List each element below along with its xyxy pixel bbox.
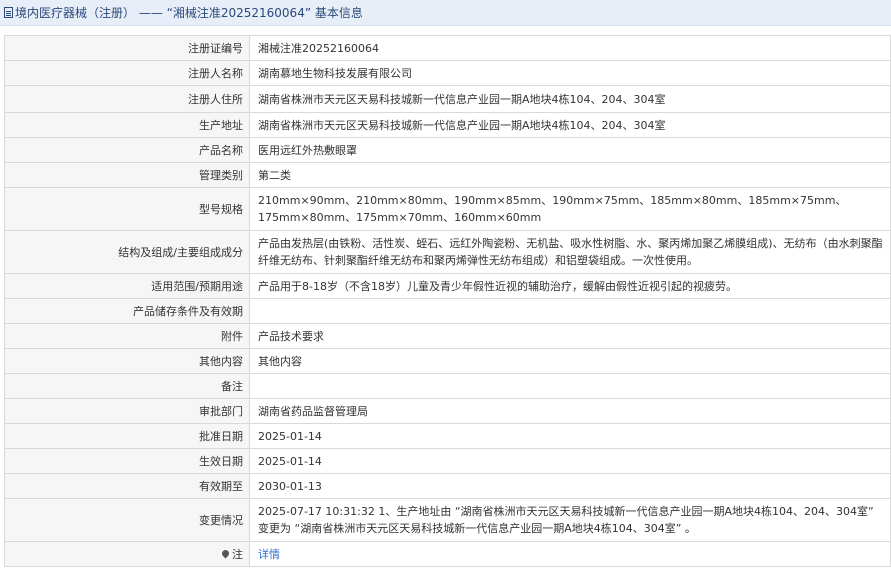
row-value: 详情 — [249, 541, 891, 567]
table-row: 附件 产品技术要求 — [4, 323, 891, 349]
row-value: 2025-01-14 — [249, 448, 891, 474]
table-row: 审批部门 湖南省药品监督管理局 — [4, 398, 891, 424]
row-label: 型号规格 — [4, 187, 250, 231]
row-label: 附件 — [4, 323, 250, 349]
row-value: 湘械注准20252160064 — [249, 35, 891, 61]
table-row: 生效日期 2025-01-14 — [4, 448, 891, 474]
location-pin-icon — [220, 548, 231, 558]
table-row: 有效期至 2030-01-13 — [4, 473, 891, 499]
row-label: 变更情况 — [4, 498, 250, 542]
table-row: 注册证编号 湘械注准20252160064 — [4, 35, 891, 61]
table-row: 注 详情 — [4, 541, 891, 567]
row-label: 产品名称 — [4, 137, 250, 163]
table-row: 产品储存条件及有效期 — [4, 298, 891, 324]
row-value: 产品由发热层(由铁粉、活性炭、蛭石、远红外陶瓷粉、无机盐、吸水性树脂、水、聚丙烯… — [249, 230, 891, 274]
row-value: 2025-07-17 10:31:32 1、生产地址由 “湖南省株洲市天元区天易… — [249, 498, 891, 542]
table-row: 型号规格 210mm×90mm、210mm×80mm、190mm×85mm、19… — [4, 187, 891, 231]
row-label: 生效日期 — [4, 448, 250, 474]
document-icon — [4, 7, 13, 18]
row-label: 注册人名称 — [4, 60, 250, 86]
row-value: 产品用于8-18岁（不含18岁）儿童及青少年假性近视的辅助治疗，缓解由假性近视引… — [249, 273, 891, 299]
row-value: 其他内容 — [249, 348, 891, 374]
table-row: 产品名称 医用远红外热敷眼罩 — [4, 137, 891, 163]
table-row: 注册人住所 湖南省株洲市天元区天易科技城新一代信息产业园一期A地块4栋104、2… — [4, 85, 891, 113]
table-row: 结构及组成/主要组成成分 产品由发热层(由铁粉、活性炭、蛭石、远红外陶瓷粉、无机… — [4, 230, 891, 274]
page-title: 境内医疗器械（注册） —— “湘械注准20252160064” 基本信息 — [15, 6, 363, 20]
page-header: 境内医疗器械（注册） —— “湘械注准20252160064” 基本信息 — [0, 0, 891, 26]
table-row: 备注 — [4, 373, 891, 399]
row-value: 210mm×90mm、210mm×80mm、190mm×85mm、190mm×7… — [249, 187, 891, 231]
row-label: 结构及组成/主要组成成分 — [4, 230, 250, 274]
row-label: 备注 — [4, 373, 250, 399]
row-value: 湖南省株洲市天元区天易科技城新一代信息产业园一期A地块4栋104、204、304… — [249, 112, 891, 138]
row-value — [249, 373, 891, 399]
note-label-cell: 注 — [4, 541, 250, 567]
table-row: 生产地址 湖南省株洲市天元区天易科技城新一代信息产业园一期A地块4栋104、20… — [4, 112, 891, 138]
row-value: 医用远红外热敷眼罩 — [249, 137, 891, 163]
row-value — [249, 298, 891, 324]
row-label: 注册证编号 — [4, 35, 250, 61]
table-row: 管理类别 第二类 — [4, 162, 891, 188]
row-label: 有效期至 — [4, 473, 250, 499]
row-label: 管理类别 — [4, 162, 250, 188]
table-row: 注册人名称 湖南慕地生物科技发展有限公司 — [4, 60, 891, 86]
table-row: 变更情况 2025-07-17 10:31:32 1、生产地址由 “湖南省株洲市… — [4, 498, 891, 542]
row-label: 注册人住所 — [4, 85, 250, 113]
row-value: 第二类 — [249, 162, 891, 188]
row-label: 批准日期 — [4, 423, 250, 449]
table-row: 其他内容 其他内容 — [4, 348, 891, 374]
row-value: 产品技术要求 — [249, 323, 891, 349]
row-value: 2025-01-14 — [249, 423, 891, 449]
row-label: 适用范围/预期用途 — [4, 273, 250, 299]
info-table: 注册证编号 湘械注准20252160064 注册人名称 湖南慕地生物科技发展有限… — [4, 35, 891, 567]
row-value: 2030-01-13 — [249, 473, 891, 499]
details-link[interactable]: 详情 — [258, 548, 280, 561]
row-label: 审批部门 — [4, 398, 250, 424]
row-label: 其他内容 — [4, 348, 250, 374]
row-label: 产品储存条件及有效期 — [4, 298, 250, 324]
row-label: 注 — [232, 547, 243, 561]
row-label: 生产地址 — [4, 112, 250, 138]
row-value: 湖南省株洲市天元区天易科技城新一代信息产业园一期A地块4栋104、204、304… — [249, 85, 891, 113]
table-row: 批准日期 2025-01-14 — [4, 423, 891, 449]
row-value: 湖南慕地生物科技发展有限公司 — [249, 60, 891, 86]
row-value: 湖南省药品监督管理局 — [249, 398, 891, 424]
table-row: 适用范围/预期用途 产品用于8-18岁（不含18岁）儿童及青少年假性近视的辅助治… — [4, 273, 891, 299]
